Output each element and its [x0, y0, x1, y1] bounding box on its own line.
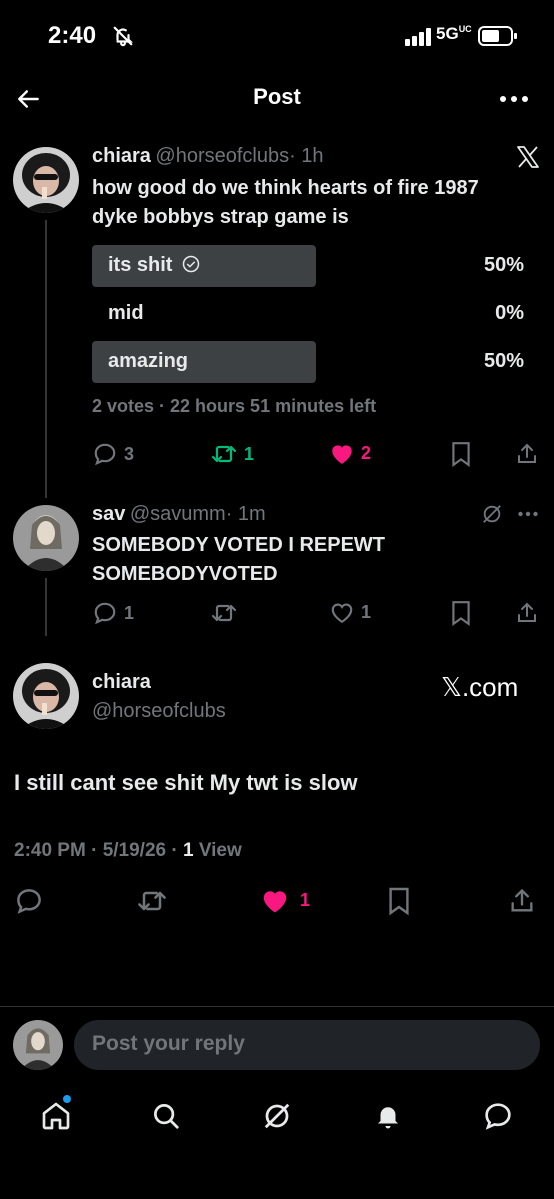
- bookmark-icon[interactable]: [387, 886, 411, 916]
- repost-icon[interactable]: [210, 600, 238, 626]
- poll-option-percent: 50%: [483, 254, 524, 276]
- author-name[interactable]: sav: [92, 503, 125, 525]
- poll-option-label[interactable]: mid: [108, 302, 144, 325]
- avatar: [13, 1020, 63, 1070]
- post-time: · 1m: [225, 503, 266, 525]
- author-handle[interactable]: @horseofclubs: [155, 145, 289, 167]
- messages-icon[interactable]: [482, 1100, 514, 1132]
- main-post-text: I still cant see shit My twt is slow: [14, 770, 358, 795]
- heart-filled-icon: [332, 445, 352, 464]
- xcom-label: 𝕏.com: [441, 672, 519, 702]
- reply-text-line: SOMEBODY VOTED I REPEWT: [92, 534, 385, 556]
- grok-icon[interactable]: [262, 1101, 292, 1131]
- poll-option-label[interactable]: amazing: [108, 350, 188, 373]
- like-button[interactable]: 1: [329, 600, 371, 624]
- like-button[interactable]: 1: [260, 886, 310, 914]
- poll-meta: 2 votes · 22 hours 51 minutes left: [92, 396, 377, 416]
- post-time: · 1h: [289, 145, 324, 167]
- like-button[interactable]: 2: [329, 441, 371, 465]
- heart-icon: [331, 603, 353, 624]
- avatar[interactable]: [13, 663, 79, 729]
- divider: [0, 1006, 554, 1007]
- page-title: Post: [253, 84, 301, 109]
- reply-button[interactable]: 3: [92, 441, 134, 467]
- signal-icon: [405, 28, 431, 46]
- author-handle[interactable]: @horseofclubs: [92, 700, 226, 723]
- more-icon[interactable]: [500, 96, 528, 102]
- notifications-icon[interactable]: [373, 1101, 403, 1131]
- home-icon[interactable]: [40, 1100, 72, 1132]
- avatar[interactable]: [13, 505, 79, 571]
- thread-line: [45, 578, 47, 636]
- heart-filled-icon: [263, 891, 287, 913]
- poll-option-percent: 50%: [483, 350, 524, 372]
- post-timestamp: 2:40 PM · 5/19/26 · 1 View: [14, 840, 242, 861]
- repost-icon: [211, 445, 237, 463]
- thread-line: [45, 220, 47, 498]
- notification-dot: [63, 1095, 71, 1103]
- bell-off-icon: [113, 26, 133, 47]
- reply-icon[interactable]: [14, 886, 44, 916]
- share-icon[interactable]: [515, 441, 539, 467]
- repost-icon[interactable]: [136, 886, 168, 916]
- status-time: 2:40: [48, 22, 97, 49]
- post-text-line: how good do we think hearts of fire 1987: [92, 177, 479, 199]
- author-name[interactable]: chiara: [92, 671, 151, 694]
- share-icon[interactable]: [515, 600, 539, 626]
- avatar[interactable]: [13, 147, 79, 213]
- check-circle-icon: [182, 255, 200, 273]
- battery-icon: [478, 26, 517, 46]
- share-icon[interactable]: [508, 886, 536, 916]
- author-handle[interactable]: @savumm: [130, 503, 226, 525]
- bookmark-icon[interactable]: [450, 441, 472, 467]
- reply-button[interactable]: 1: [92, 600, 134, 626]
- reply-icon: [94, 602, 116, 625]
- search-icon[interactable]: [151, 1101, 181, 1131]
- repost-button[interactable]: 1: [210, 441, 254, 467]
- reply-icon: [94, 443, 116, 466]
- network-type: 5GUC: [436, 24, 472, 43]
- poll-option-percent: 0%: [495, 302, 524, 324]
- reply-text-line: SOMEBODYVOTED: [92, 563, 278, 585]
- poll-option-label[interactable]: its shit: [108, 254, 200, 277]
- grok-icon[interactable]: [481, 503, 503, 525]
- author-name[interactable]: chiara: [92, 145, 151, 167]
- more-icon[interactable]: [518, 511, 538, 517]
- post-text-line: dyke bobbys strap game is: [92, 206, 349, 228]
- bookmark-icon[interactable]: [450, 600, 472, 626]
- reply-placeholder: Post your reply: [92, 1032, 245, 1055]
- x-logo-icon: [517, 146, 539, 168]
